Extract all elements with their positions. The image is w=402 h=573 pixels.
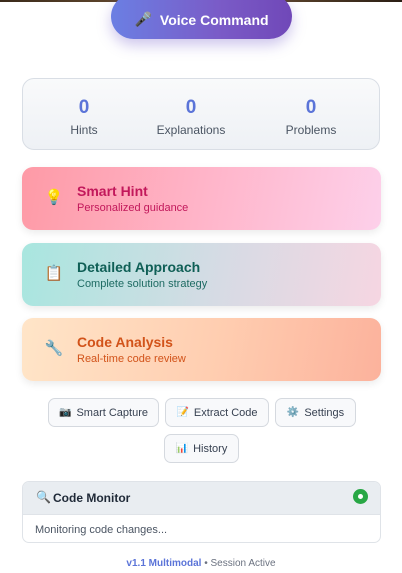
- camera-icon: 📷: [59, 407, 72, 418]
- code-analysis-subtitle: Real-time code review: [77, 353, 186, 365]
- footer: v1.1 Multimodal • Session Active: [0, 558, 402, 569]
- status-indicator-icon: [353, 489, 368, 504]
- stat-problems-value: 0: [305, 97, 317, 118]
- wrench-icon: 🔧: [44, 340, 64, 357]
- stat-hints-label: Hints: [70, 123, 98, 137]
- voice-command-label: Voice Command: [159, 11, 269, 28]
- smart-hint-subtitle: Personalized guidance: [77, 202, 189, 214]
- smart-hint-title: Smart Hint: [77, 183, 148, 199]
- extract-code-label: Extract Code: [193, 406, 258, 419]
- gear-icon: ⚙️: [286, 407, 300, 418]
- session-status: Session Active: [210, 558, 276, 569]
- stat-explanations: 0 Explanations: [136, 97, 246, 137]
- magnifier-icon: 🔍: [36, 490, 51, 504]
- history-label: History: [193, 442, 228, 455]
- stat-hints: 0 Hints: [29, 97, 139, 137]
- stats-panel: 0 Hints 0 Explanations 0 Problems: [22, 78, 380, 150]
- settings-label: Settings: [304, 406, 345, 419]
- bar-chart-icon: 📊: [175, 443, 189, 454]
- settings-button[interactable]: ⚙️ Settings: [275, 398, 356, 427]
- smart-hint-card[interactable]: 💡 Smart Hint Personalized guidance: [22, 167, 381, 230]
- stat-explanations-value: 0: [185, 97, 197, 118]
- history-button[interactable]: 📊 History: [164, 434, 239, 463]
- footer-separator: •: [204, 558, 208, 569]
- code-monitor-header: 🔍 Code Monitor: [23, 482, 380, 515]
- extract-code-button[interactable]: 📝 Extract Code: [165, 398, 269, 427]
- version-label: v1.1 Multimodal: [126, 558, 202, 569]
- memo-icon: 📝: [176, 407, 189, 418]
- voice-command-button[interactable]: 🎤 Voice Command: [111, 0, 292, 39]
- code-monitor-message: Monitoring code changes...: [35, 524, 168, 536]
- clipboard-icon: 📋: [44, 265, 64, 282]
- smart-capture-label: Smart Capture: [76, 406, 148, 419]
- stat-hints-value: 0: [78, 97, 90, 118]
- code-monitor-panel: 🔍 Code Monitor Monitoring code changes..…: [22, 481, 381, 543]
- lightbulb-icon: 💡: [44, 189, 64, 206]
- detailed-approach-subtitle: Complete solution strategy: [77, 278, 208, 290]
- stat-explanations-label: Explanations: [156, 123, 226, 137]
- detailed-approach-title: Detailed Approach: [77, 259, 201, 275]
- code-analysis-title: Code Analysis: [77, 334, 173, 350]
- stat-problems: 0 Problems: [256, 97, 366, 137]
- microphone-icon: 🎤: [134, 11, 152, 27]
- code-monitor-title: Code Monitor: [53, 491, 131, 505]
- smart-capture-button[interactable]: 📷 Smart Capture: [48, 398, 159, 427]
- detailed-approach-card[interactable]: 📋 Detailed Approach Complete solution st…: [22, 243, 381, 306]
- stat-problems-label: Problems: [285, 123, 337, 137]
- code-analysis-card[interactable]: 🔧 Code Analysis Real-time code review: [22, 318, 381, 381]
